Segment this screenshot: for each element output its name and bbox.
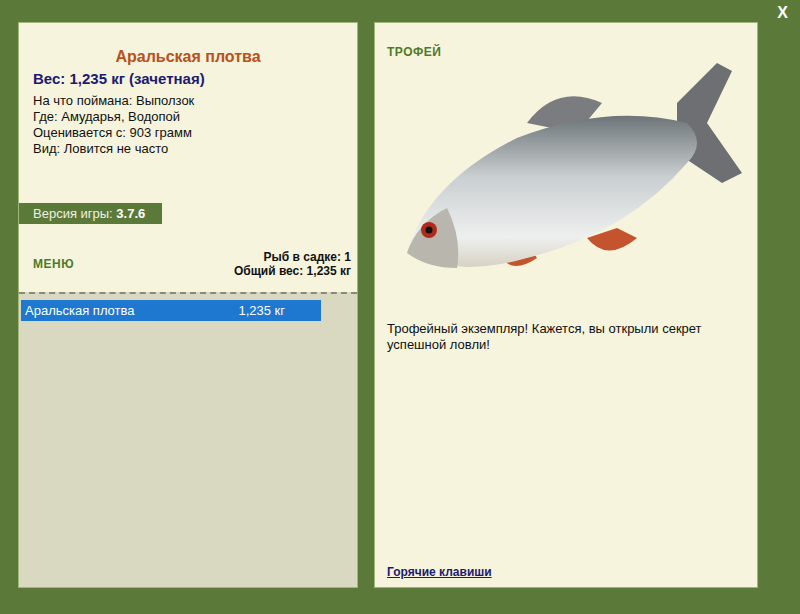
fish-weight: Вес: 1,235 кг (зачетная) [33, 69, 343, 89]
fish-detail: Вид: Ловится не часто [33, 141, 343, 157]
catch-panel: Аральская плотваВес: 1,235 кг (зачетная)… [18, 22, 358, 588]
fish-photo [387, 63, 747, 293]
version-tab: Версия игры: 3.7.6 [19, 203, 162, 224]
fish-card-screen: X Аральская плотваВес: 1,235 кг (зачетная… [0, 0, 800, 614]
menu-button[interactable]: МЕНЮ [33, 257, 74, 271]
close-button[interactable]: X [777, 4, 788, 22]
fish-info: Аральская плотваВес: 1,235 кг (зачетная)… [19, 23, 357, 157]
trophy-panel: ТРОФЕЙ Трофейный экземпляр! Кажется, вы о… [374, 22, 758, 588]
fish-detail: Где: Амударья, Водопой [33, 109, 343, 125]
trophy-title: ТРОФЕЙ [387, 45, 747, 59]
total-weight: Общий вес: 1,235 кг [234, 264, 351, 278]
trophy-message: Трофейный экземпляр! Кажется, вы открыли… [387, 321, 747, 353]
fish-detail: Оценивается с: 903 грамм [33, 125, 343, 141]
hotkeys-link[interactable]: Горячие клавиши [387, 565, 747, 579]
fish-detail: На что поймана: Выползок [33, 93, 343, 109]
fish-name: Аральская плотва [33, 47, 343, 67]
catch-list: Аральская плотва1,235 кг [19, 292, 357, 587]
catch-row[interactable]: Аральская плотва1,235 кг [21, 300, 321, 321]
fish-count: Рыб в садке: 1 [234, 250, 351, 264]
